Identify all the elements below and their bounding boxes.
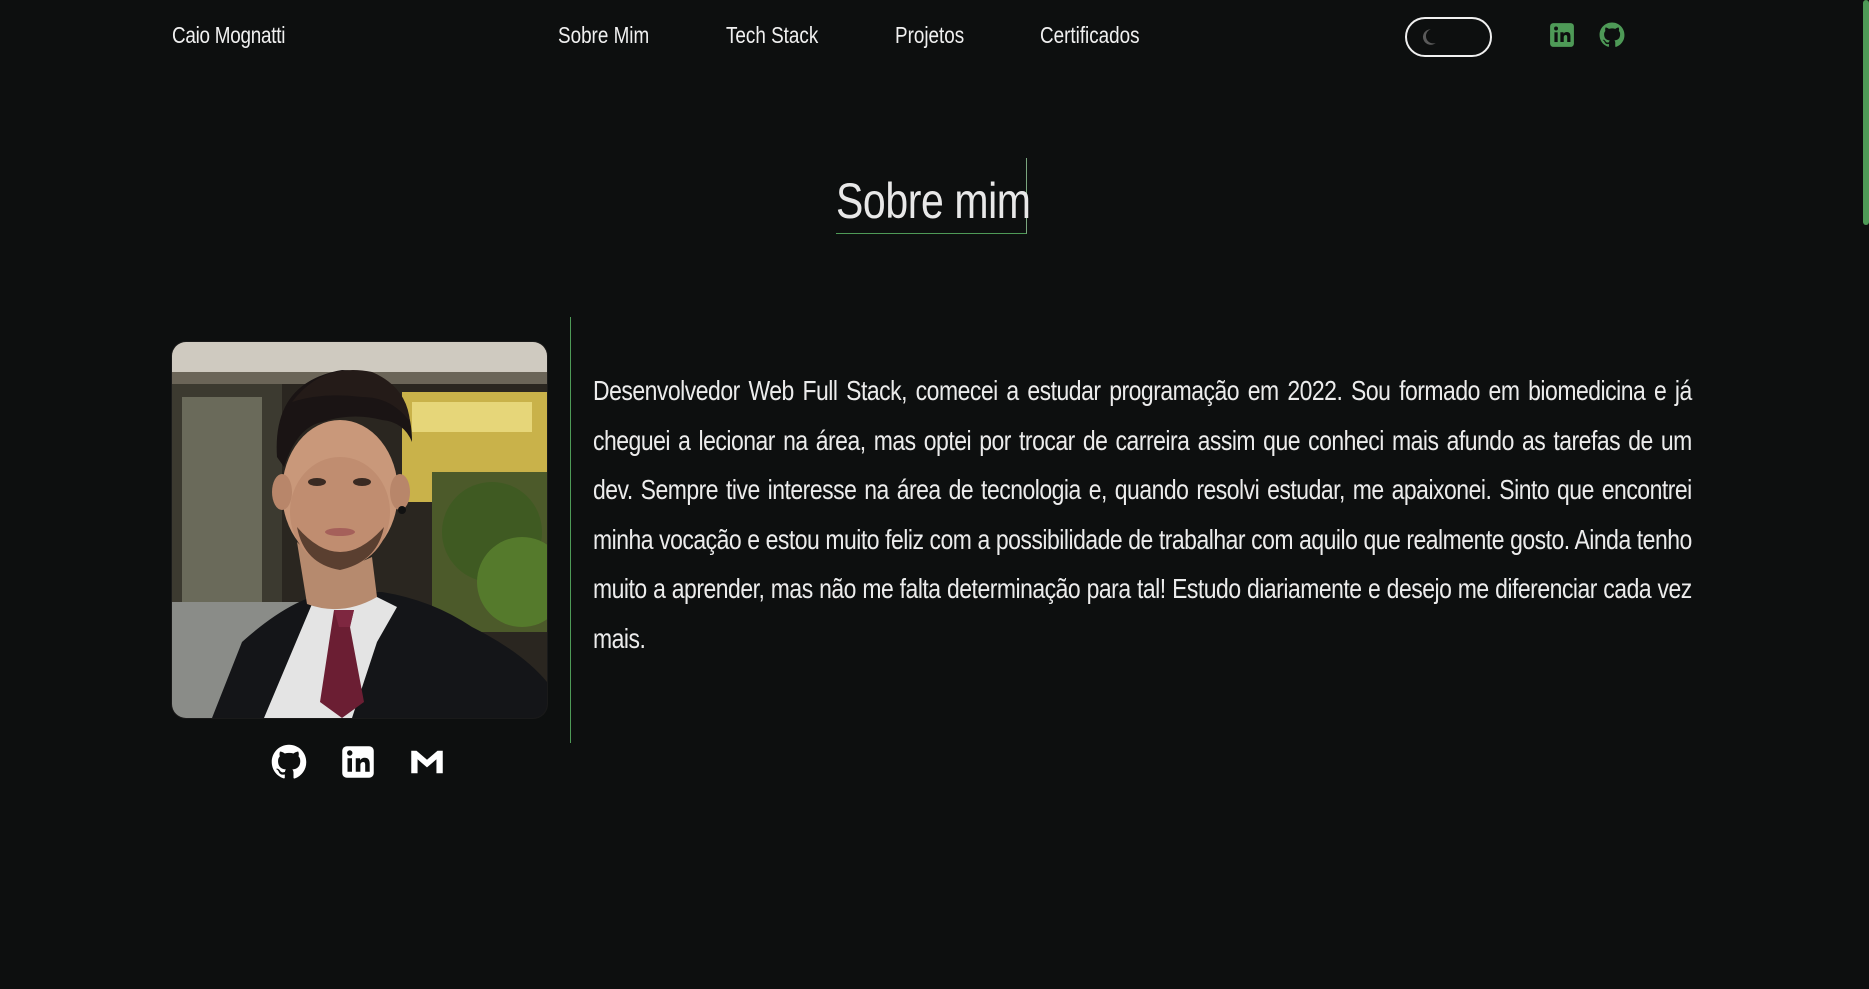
section-heading-box: Sobre mim [836, 158, 1031, 234]
github-icon[interactable] [271, 744, 307, 780]
github-icon[interactable] [1599, 22, 1625, 48]
top-nav: Caio Mognatti Sobre Mim Tech Stack Proje… [0, 0, 1869, 74]
profile-photo [172, 342, 547, 718]
vertical-divider [570, 317, 571, 743]
profile-social-links [271, 744, 445, 780]
moon-icon [1422, 29, 1436, 45]
gmail-icon[interactable] [409, 744, 445, 780]
nav-social [1549, 22, 1625, 48]
nav-link-projetos[interactable]: Projetos [895, 22, 964, 49]
about-text: Desenvolvedor Web Full Stack, comecei a … [593, 375, 1692, 654]
nav-link-tech-stack[interactable]: Tech Stack [726, 22, 818, 49]
section-title: Sobre mim [836, 173, 1031, 229]
nav-link-sobre-mim[interactable]: Sobre Mim [558, 22, 649, 49]
scrollbar[interactable] [1863, 0, 1869, 989]
theme-toggle[interactable] [1405, 17, 1492, 57]
brand-link[interactable]: Caio Mognatti [172, 22, 285, 49]
page: Caio Mognatti Sobre Mim Tech Stack Proje… [0, 0, 1869, 989]
scrollbar-thumb[interactable] [1863, 0, 1869, 225]
linkedin-icon[interactable] [1549, 22, 1575, 48]
linkedin-icon[interactable] [340, 744, 376, 780]
nav-link-certificados[interactable]: Certificados [1040, 22, 1140, 49]
